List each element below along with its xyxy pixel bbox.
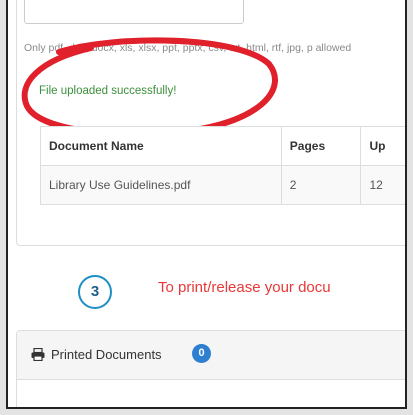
upload-panel: Only pdf, doc, docx, xls, xlsx, ppt, ppt… (16, 0, 405, 246)
success-bullet: • (25, 85, 30, 97)
header-uploaded[interactable]: Up (360, 126, 405, 166)
step-number-badge: 3 (78, 275, 112, 309)
table-row[interactable]: Library Use Guidelines.pdf 2 12 (40, 165, 405, 205)
screenshot-stage: Only pdf, doc, docx, xls, xlsx, ppt, ppt… (0, 0, 413, 415)
header-pages[interactable]: Pages (280, 126, 362, 166)
step-instruction-text: To print/release your docu (158, 279, 331, 296)
printed-documents-label: Printed Documents (51, 347, 162, 362)
upload-success-message: • File uploaded successfully! (25, 85, 176, 97)
printer-icon (31, 348, 45, 361)
cell-pages: 2 (280, 165, 362, 205)
file-input-box[interactable] (24, 0, 244, 24)
success-text: File uploaded successfully! (39, 85, 177, 97)
header-document-name[interactable]: Document Name (40, 126, 282, 166)
table-header-row: Document Name Pages Up (40, 126, 405, 166)
allowed-file-types-note: Only pdf, doc, docx, xls, xlsx, ppt, ppt… (24, 42, 352, 54)
printed-documents-header[interactable]: Printed Documents 0 (17, 331, 405, 380)
cell-document-name: Library Use Guidelines.pdf (40, 165, 282, 205)
printed-count-badge: 0 (192, 344, 211, 363)
browser-frame: Only pdf, doc, docx, xls, xlsx, ppt, ppt… (6, 0, 407, 409)
cell-uploaded: 12 (360, 165, 405, 205)
documents-table: Document Name Pages Up Library Use Guide… (40, 126, 405, 205)
printed-documents-panel: Printed Documents 0 (16, 330, 405, 407)
